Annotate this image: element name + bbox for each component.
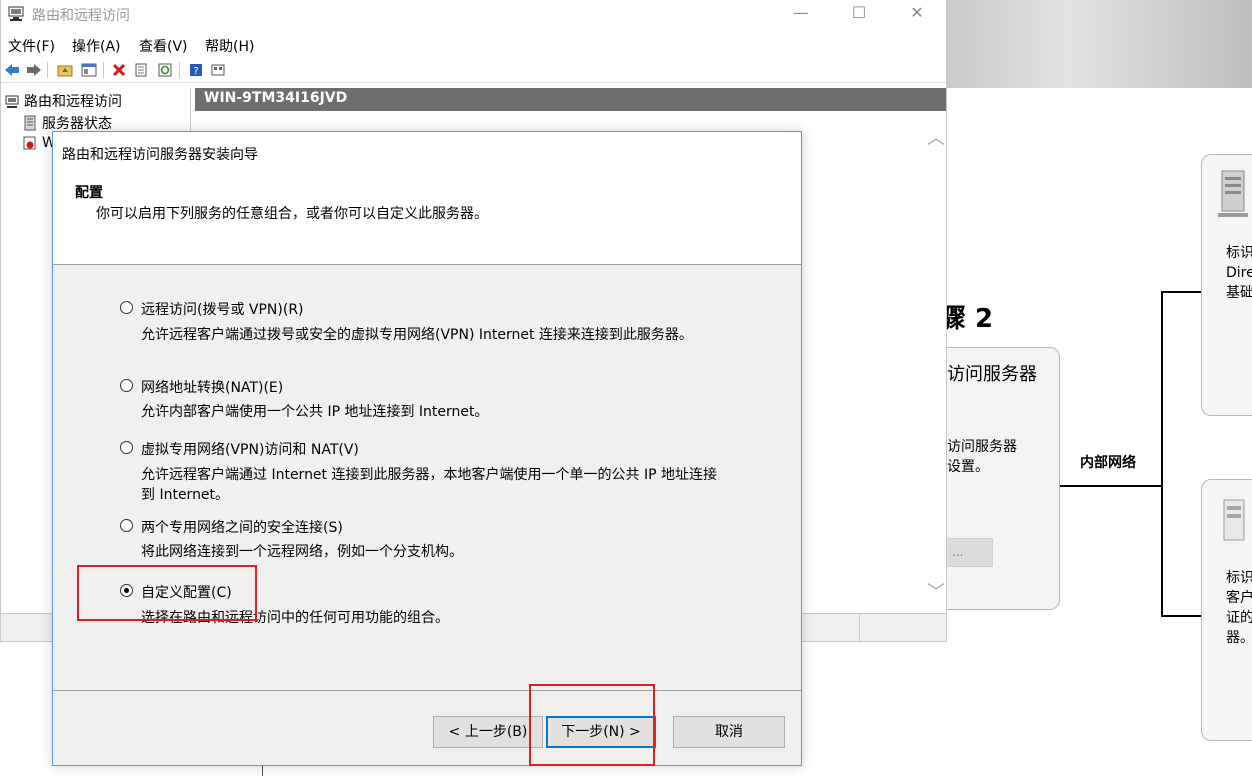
routing-app-icon bbox=[5, 95, 19, 108]
background-card-button[interactable]: ... bbox=[941, 538, 993, 567]
routing-app-icon bbox=[8, 6, 24, 21]
network-connector-line bbox=[1161, 291, 1163, 617]
divider bbox=[53, 690, 801, 691]
background-card-client-server: 标识 客户 证的 器。 bbox=[1201, 479, 1252, 741]
network-connector-line bbox=[1161, 291, 1202, 293]
option-description: 允许内部客户端使用一个公共 IP 地址连接到 Internet。 bbox=[141, 404, 489, 420]
server-icon bbox=[1223, 499, 1245, 541]
maximize-button[interactable]: ☐ bbox=[839, 2, 879, 26]
help-icon[interactable]: ? bbox=[187, 61, 205, 79]
window-title: 路由和远程访问 bbox=[32, 8, 130, 24]
radio-remote-access[interactable] bbox=[120, 301, 133, 314]
tree-item-label: 服务器状态 bbox=[42, 116, 112, 132]
radio-secure-connection[interactable] bbox=[120, 519, 133, 532]
background-card-text-line: 客户 bbox=[1226, 590, 1252, 606]
minimize-button[interactable]: — bbox=[781, 2, 821, 26]
svg-text:?: ? bbox=[193, 66, 198, 77]
menu-action[interactable]: 操作(A) bbox=[72, 36, 121, 56]
option-description: 到 Internet。 bbox=[141, 487, 230, 503]
tree-item-server-status[interactable]: 服务器状态 bbox=[22, 113, 112, 133]
server-stopped-icon bbox=[23, 136, 36, 150]
option-description: 允许远程客户端通过拨号或安全的虚拟专用网络(VPN) Internet 连接来连… bbox=[141, 327, 693, 343]
dialog-title: 路由和远程访问服务器安装向导 bbox=[62, 147, 258, 163]
dialog-titlebar: 路由和远程访问服务器安装向导 bbox=[53, 132, 801, 172]
background-card-text-line: 基础 bbox=[1226, 285, 1252, 301]
tree-item-routing-root[interactable]: 路由和远程访问 bbox=[4, 91, 122, 111]
close-button[interactable]: ✕ bbox=[897, 2, 937, 26]
background-card-text-line: 标识 bbox=[1226, 245, 1252, 261]
content-header-server-name: WIN-9TM34I16JVD bbox=[195, 88, 946, 111]
window-titlebar: 路由和远程访问 — ☐ ✕ bbox=[1, 0, 946, 30]
cancel-button[interactable]: 取消 bbox=[673, 716, 785, 748]
background-banner-image bbox=[946, 0, 1252, 88]
option-label-vpn-and-nat[interactable]: 虚拟专用网络(VPN)访问和 NAT(V) bbox=[141, 439, 359, 459]
background-card-text-line: 标识 bbox=[1226, 570, 1252, 586]
wizard-page-subtitle: 你可以启用下列服务的任意组合，或者你可以自定义此服务器。 bbox=[96, 206, 488, 222]
view-icon[interactable] bbox=[209, 61, 227, 79]
network-connector-line bbox=[1060, 485, 1162, 487]
server-status-icon bbox=[24, 115, 36, 131]
option-description: 允许远程客户端通过 Internet 连接到此服务器，本地客户端使用一个单一的公… bbox=[141, 467, 717, 483]
menu-file[interactable]: 文件(F) bbox=[8, 36, 55, 56]
radio-vpn-and-nat[interactable] bbox=[120, 441, 133, 454]
background-card-text-line: Dire bbox=[1226, 265, 1252, 281]
server-icon bbox=[1218, 170, 1248, 217]
tree-item-server[interactable]: W bbox=[22, 135, 56, 151]
background-card-directory-server: 标识 Dire 基础 bbox=[1201, 154, 1252, 416]
option-label-secure-connection[interactable]: 两个专用网络之间的安全连接(S) bbox=[141, 517, 343, 537]
option-description: 将此网络连接到一个远程网络，例如一个分支机构。 bbox=[141, 544, 463, 560]
back-button[interactable]: < 上一步(B) bbox=[433, 716, 543, 748]
background-step-heading: 骤 2 bbox=[940, 304, 994, 334]
delete-icon[interactable] bbox=[110, 61, 128, 79]
properties-icon[interactable] bbox=[132, 61, 150, 79]
back-arrow-icon[interactable] bbox=[3, 61, 21, 79]
forward-arrow-icon[interactable] bbox=[25, 61, 43, 79]
toolbar: ? bbox=[1, 59, 946, 83]
background-card-text-line: 器。 bbox=[1226, 630, 1252, 646]
background-card-title: 访问服务器 bbox=[947, 364, 1037, 385]
scroll-down-icon[interactable]: ﹀ bbox=[927, 578, 945, 604]
background-card-text-line: 证的 bbox=[1226, 610, 1252, 626]
up-folder-icon[interactable] bbox=[56, 61, 74, 79]
scroll-up-icon[interactable]: ︿ bbox=[927, 124, 945, 150]
internal-network-label: 内部网络 bbox=[1080, 455, 1136, 471]
background-card-text-line: 设置。 bbox=[947, 459, 989, 475]
tree-item-label: 路由和远程访问 bbox=[24, 94, 122, 110]
refresh-icon[interactable] bbox=[156, 61, 174, 79]
menu-bar: 文件(F) 操作(A) 查看(V) 帮助(H) bbox=[1, 33, 946, 56]
highlight-box-next-button bbox=[529, 684, 655, 766]
background-card-text-line: 访问服务器 bbox=[947, 439, 1017, 455]
wizard-header: 配置 你可以启用下列服务的任意组合，或者你可以自定义此服务器。 bbox=[53, 172, 801, 265]
wizard-options: 远程访问(拨号或 VPN)(R) 允许远程客户端通过拨号或安全的虚拟专用网络(V… bbox=[53, 266, 801, 686]
highlight-box-custom-configuration bbox=[77, 565, 257, 621]
wizard-page-title: 配置 bbox=[75, 185, 103, 201]
menu-view[interactable]: 查看(V) bbox=[139, 36, 188, 56]
show-hide-console-tree-icon[interactable] bbox=[80, 61, 98, 79]
option-label-nat[interactable]: 网络地址转换(NAT)(E) bbox=[141, 377, 283, 397]
radio-nat[interactable] bbox=[120, 379, 133, 392]
menu-help[interactable]: 帮助(H) bbox=[205, 36, 254, 56]
network-connector-line bbox=[1161, 615, 1202, 617]
option-label-remote-access[interactable]: 远程访问(拨号或 VPN)(R) bbox=[141, 299, 304, 319]
setup-wizard-dialog: 路由和远程访问服务器安装向导 配置 你可以启用下列服务的任意组合，或者你可以自定… bbox=[52, 131, 802, 766]
